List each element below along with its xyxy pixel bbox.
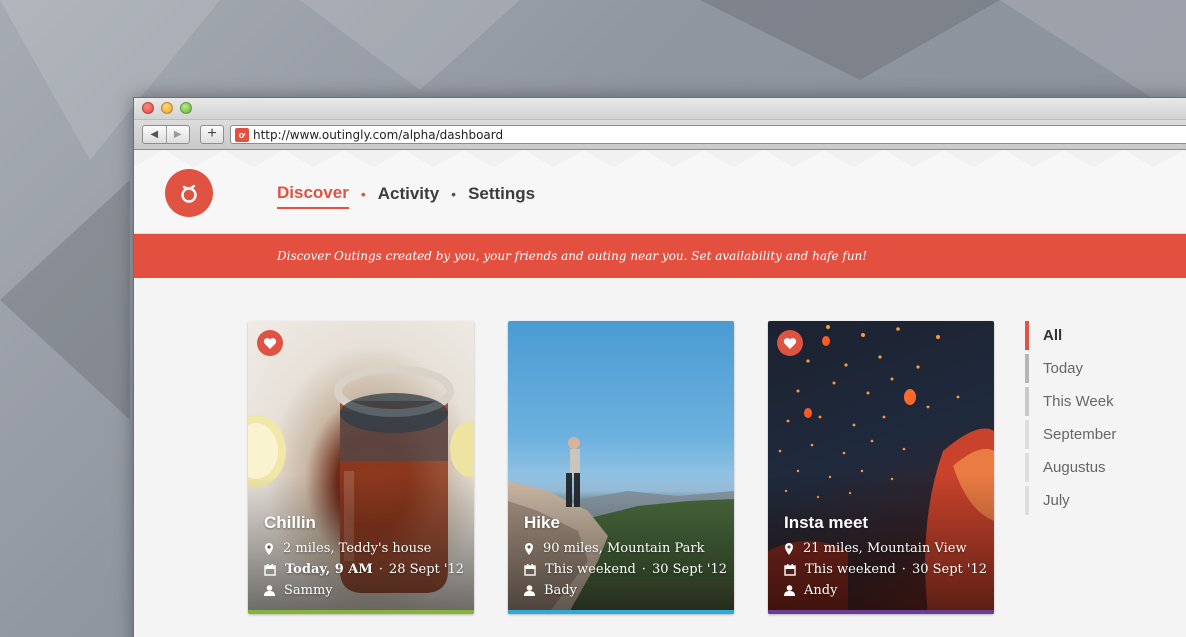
- card-location: 2 miles, Teddy's house: [264, 541, 464, 556]
- outingly-logo[interactable]: [165, 169, 213, 217]
- arrow-left-icon: ◀: [150, 129, 159, 140]
- main-nav: Discover • Activity • Settings: [277, 183, 535, 209]
- arrow-right-icon: ▶: [173, 129, 182, 140]
- favorite-button[interactable]: [257, 330, 283, 356]
- category-stripe: [768, 610, 994, 614]
- date-text: 28 Sept '12: [388, 562, 464, 577]
- nav-separator: •: [451, 186, 457, 202]
- card-person: Sammy: [264, 583, 464, 598]
- filter-today[interactable]: Today: [1025, 354, 1116, 383]
- card-person: Bady: [524, 583, 724, 598]
- outing-card[interactable]: Hike 90 miles, Mountain Park This weeken…: [508, 321, 734, 614]
- person-icon: [524, 585, 535, 596]
- close-window-button[interactable]: [142, 102, 154, 114]
- card-time: Today, 9 AM · 28 Sept '12: [264, 562, 464, 577]
- url-text: http://www.outingly.com/alpha/dashboard: [253, 127, 504, 142]
- card-title: Chillin: [264, 513, 316, 532]
- time-text: Today, 9 AM: [285, 562, 373, 577]
- card-title: Hike: [524, 513, 560, 532]
- time-separator: ·: [378, 562, 383, 577]
- nav-settings[interactable]: Settings: [468, 184, 535, 208]
- title-bar: [134, 98, 1186, 120]
- location-pin-icon: [785, 542, 793, 555]
- card-time: This weekend · 30 Sept '12: [784, 562, 988, 577]
- location-text: 2 miles, Teddy's house: [283, 541, 432, 556]
- card-person: Andy: [784, 583, 984, 598]
- person-icon: [784, 585, 795, 596]
- calendar-icon: [524, 563, 536, 576]
- minimize-window-button[interactable]: [161, 102, 173, 114]
- history-buttons: ◀ ▶: [142, 125, 190, 144]
- browser-toolbar: ◀ ▶ + ơ http://www.outingly.com/alpha/da…: [134, 120, 1186, 150]
- person-text: Bady: [544, 583, 577, 598]
- card-info: Chillin 2 miles, Teddy's house Today, 9 …: [264, 513, 464, 598]
- filter-september[interactable]: September: [1025, 420, 1116, 449]
- nav-discover[interactable]: Discover: [277, 183, 349, 209]
- location-pin-icon: [525, 542, 533, 555]
- time-separator: ·: [641, 562, 646, 577]
- zoom-window-button[interactable]: [180, 102, 192, 114]
- outing-card[interactable]: Insta meet 21 miles, Mountain View This …: [768, 321, 994, 614]
- filter-all[interactable]: All: [1025, 321, 1116, 350]
- filter-july[interactable]: July: [1025, 486, 1116, 515]
- card-info: Insta meet 21 miles, Mountain View This …: [784, 513, 988, 598]
- main-content: Chillin 2 miles, Teddy's house Today, 9 …: [134, 278, 1186, 637]
- intro-banner: Discover Outings created by you, your fr…: [134, 234, 1186, 278]
- heart-icon: [263, 337, 277, 349]
- heart-icon: [783, 337, 797, 349]
- site-header: Discover • Activity • Settings: [134, 150, 1186, 234]
- card-location: 90 miles, Mountain Park: [524, 541, 724, 556]
- outing-card[interactable]: Chillin 2 miles, Teddy's house Today, 9 …: [248, 321, 474, 614]
- date-text: 30 Sept '12: [911, 562, 988, 577]
- time-filter-list: All Today This Week September Augustus J…: [1025, 321, 1116, 519]
- category-stripe: [248, 610, 474, 614]
- address-bar[interactable]: ơ http://www.outingly.com/alpha/dashboar…: [230, 125, 1186, 144]
- time-text: This weekend: [805, 562, 896, 577]
- location-text: 21 miles, Mountain View: [803, 541, 967, 556]
- card-location: 21 miles, Mountain View: [784, 541, 984, 556]
- card-title: Insta meet: [784, 513, 869, 532]
- person-icon: [264, 585, 275, 596]
- banner-text: Discover Outings created by you, your fr…: [277, 249, 868, 263]
- logo-icon: [181, 184, 197, 203]
- forward-button[interactable]: ▶: [165, 126, 190, 143]
- time-text: This weekend: [545, 562, 636, 577]
- browser-window: ◀ ▶ + ơ http://www.outingly.com/alpha/da…: [133, 97, 1186, 637]
- back-button[interactable]: ◀: [143, 126, 166, 143]
- person-text: Sammy: [284, 583, 333, 598]
- time-separator: ·: [901, 562, 906, 577]
- nav-activity[interactable]: Activity: [378, 184, 439, 208]
- card-info: Hike 90 miles, Mountain Park This weeken…: [524, 513, 728, 598]
- card-time: This weekend · 30 Sept '12: [524, 562, 728, 577]
- nav-separator: •: [360, 186, 366, 202]
- category-stripe: [508, 610, 734, 614]
- filter-augustus[interactable]: Augustus: [1025, 453, 1116, 482]
- calendar-icon: [264, 563, 276, 576]
- favicon-icon: ơ: [235, 127, 249, 142]
- favorite-button[interactable]: [777, 330, 803, 356]
- person-text: Andy: [804, 583, 838, 598]
- filter-this-week[interactable]: This Week: [1025, 387, 1116, 416]
- date-text: 30 Sept '12: [651, 562, 728, 577]
- calendar-icon: [784, 563, 796, 576]
- new-tab-button[interactable]: +: [200, 125, 224, 144]
- location-pin-icon: [265, 542, 273, 555]
- location-text: 90 miles, Mountain Park: [543, 541, 705, 556]
